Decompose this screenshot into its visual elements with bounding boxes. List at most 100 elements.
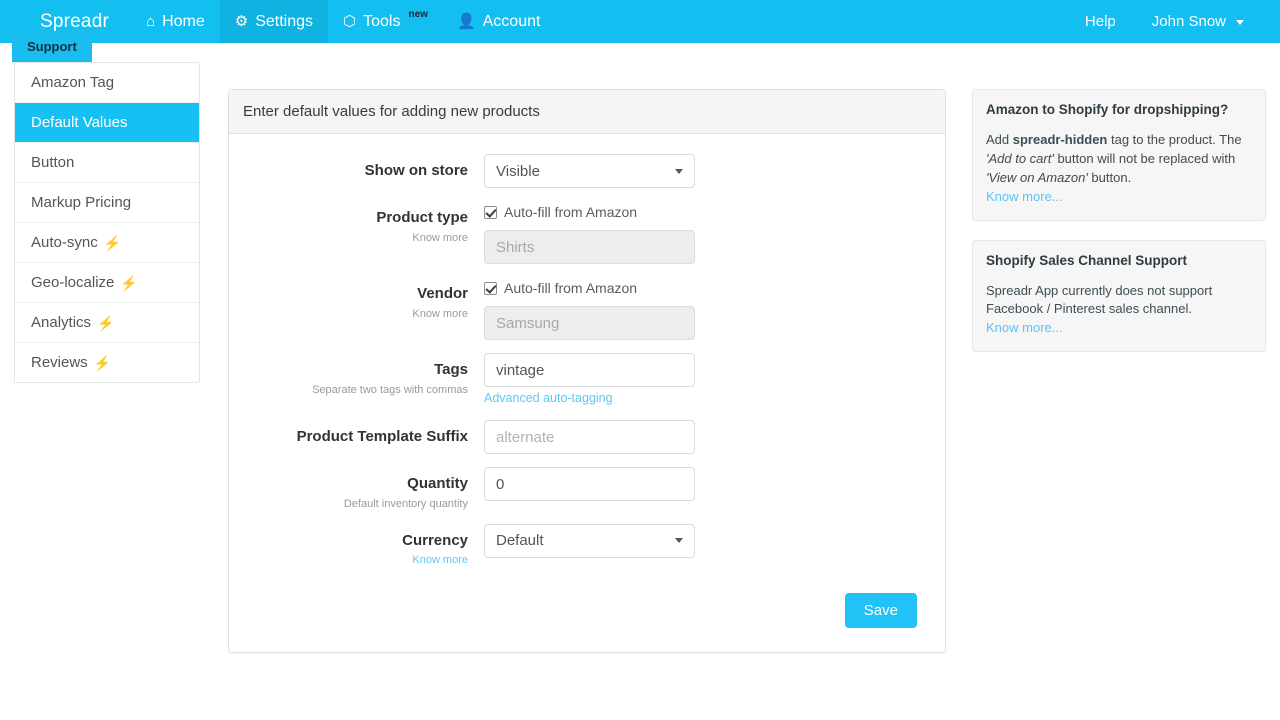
quantity-input-value: 0 — [496, 476, 504, 493]
form-row-product-type: Product type Know more Auto-fill from Am… — [243, 201, 931, 264]
sidebar-item-button[interactable]: Button — [15, 143, 199, 183]
chevron-down-icon — [675, 538, 683, 543]
show-on-store-select[interactable]: Visible — [484, 154, 695, 188]
sidebar-item-reviews[interactable]: Reviews ⚡ — [15, 343, 199, 382]
nav-right-group: Help John Snow — [1067, 0, 1280, 43]
nav-item-tools[interactable]: ⬡ Tools new — [328, 0, 442, 43]
save-button[interactable]: Save — [845, 593, 917, 628]
sidebar-item-markup-pricing[interactable]: Markup Pricing — [15, 183, 199, 223]
page-body: Amazon Tag Default Values Button Markup … — [0, 43, 1280, 62]
sidebar-item-amazon-tag[interactable]: Amazon Tag — [15, 63, 199, 103]
card-dropshipping-link[interactable]: Know more... — [986, 189, 1063, 204]
sidebar-item-label: Button — [31, 154, 74, 171]
currency-field-group: Default — [484, 524, 695, 558]
form-row-vendor: Vendor Know more Auto-fill from Amazon S… — [243, 277, 931, 340]
sidebar-item-default-values[interactable]: Default Values — [15, 103, 199, 143]
tags-field-group: vintage Advanced auto-tagging — [484, 353, 695, 407]
sidebar-item-label: Reviews — [31, 354, 88, 371]
default-values-panel: Enter default values for adding new prod… — [228, 89, 946, 653]
product-template-suffix-label-group: Product Template Suffix — [243, 420, 484, 447]
info-rail: Amazon to Shopify for dropshipping? Add … — [972, 89, 1266, 371]
home-icon: ⌂ — [146, 14, 155, 29]
checkbox-checked-icon — [484, 206, 497, 219]
vendor-field-group: Auto-fill from Amazon Samsung — [484, 277, 695, 340]
sidebar-item-label: Amazon Tag — [31, 74, 114, 91]
new-badge: new — [408, 9, 427, 20]
currency-select[interactable]: Default — [484, 524, 695, 558]
bolt-icon: ⚡ — [94, 356, 111, 370]
sidebar-item-auto-sync[interactable]: Auto-sync ⚡ — [15, 223, 199, 263]
form-row-tags: Tags Separate two tags with commas vinta… — [243, 353, 931, 407]
quantity-hint: Default inventory quantity — [243, 497, 468, 511]
product-type-autofill-checkbox[interactable]: Auto-fill from Amazon — [484, 201, 695, 223]
currency-know-more[interactable]: Know more — [243, 553, 468, 567]
nav-item-account[interactable]: 👤 Account — [442, 0, 556, 43]
bolt-icon: ⚡ — [120, 276, 137, 290]
quantity-field-group: 0 — [484, 467, 695, 501]
card-sales-channel-link[interactable]: Know more... — [986, 320, 1063, 335]
bolt-icon: ⚡ — [104, 236, 121, 250]
form-row-show-on-store: Show on store Visible — [243, 154, 931, 188]
show-on-store-label: Show on store — [243, 161, 468, 181]
product-type-label: Product type — [243, 208, 468, 228]
card-dropshipping-title: Amazon to Shopify for dropshipping? — [986, 102, 1252, 117]
card-dropshipping-text: Add spreadr-hidden tag to the product. T… — [986, 131, 1252, 188]
sidebar-item-label: Auto-sync — [31, 234, 98, 251]
checkbox-checked-icon — [484, 282, 497, 295]
default-values-form: Show on store Visible Product type Know … — [229, 134, 945, 652]
form-row-product-template-suffix: Product Template Suffix alternate — [243, 420, 931, 454]
product-type-input[interactable]: Shirts — [484, 230, 695, 264]
user-menu[interactable]: John Snow — [1134, 0, 1262, 43]
product-type-label-group: Product type Know more — [243, 201, 484, 245]
product-template-suffix-input[interactable]: alternate — [484, 420, 695, 454]
quantity-label-group: Quantity Default inventory quantity — [243, 467, 484, 511]
sidebar-item-label: Analytics — [31, 314, 91, 331]
vendor-label: Vendor — [243, 284, 468, 304]
bolt-icon: ⚡ — [97, 316, 114, 330]
form-row-quantity: Quantity Default inventory quantity 0 — [243, 467, 931, 511]
help-link[interactable]: Help — [1067, 0, 1134, 43]
product-type-field-group: Auto-fill from Amazon Shirts — [484, 201, 695, 264]
nav-item-home[interactable]: ⌂ Home — [131, 0, 220, 43]
top-navbar: Spreadr ⌂ Home ⚙ Settings ⬡ Tools new 👤 … — [0, 0, 1280, 43]
box-icon: ⬡ — [343, 14, 356, 29]
card-dropshipping: Amazon to Shopify for dropshipping? Add … — [972, 89, 1266, 221]
tags-input-value: vintage — [496, 362, 544, 379]
tags-label: Tags — [243, 360, 468, 380]
product-template-suffix-placeholder: alternate — [496, 429, 554, 446]
tags-hint: Separate two tags with commas — [243, 383, 468, 397]
show-on-store-label-group: Show on store — [243, 154, 484, 181]
tags-input[interactable]: vintage — [484, 353, 695, 387]
currency-label: Currency — [243, 531, 468, 551]
chevron-down-icon — [675, 169, 683, 174]
vendor-know-more[interactable]: Know more — [243, 307, 468, 321]
sidebar-item-label: Markup Pricing — [31, 194, 131, 211]
sidebar-item-label: Geo-localize — [31, 274, 114, 291]
sidebar-item-analytics[interactable]: Analytics ⚡ — [15, 303, 199, 343]
product-template-suffix-label: Product Template Suffix — [243, 427, 468, 447]
sidebar-item-geo-localize[interactable]: Geo-localize ⚡ — [15, 263, 199, 303]
product-type-autofill-label: Auto-fill from Amazon — [504, 204, 637, 220]
card-sales-channel-text: Spreadr App currently does not support F… — [986, 282, 1252, 320]
tags-label-group: Tags Separate two tags with commas — [243, 353, 484, 397]
vendor-input[interactable]: Samsung — [484, 306, 695, 340]
card-sales-channel-title: Shopify Sales Channel Support — [986, 253, 1252, 268]
main-nav: ⌂ Home ⚙ Settings ⬡ Tools new 👤 Account — [131, 0, 555, 43]
vendor-autofill-checkbox[interactable]: Auto-fill from Amazon — [484, 277, 695, 299]
quantity-label: Quantity — [243, 474, 468, 494]
vendor-label-group: Vendor Know more — [243, 277, 484, 321]
quantity-input[interactable]: 0 — [484, 467, 695, 501]
user-menu-label: John Snow — [1152, 13, 1226, 30]
nav-item-settings[interactable]: ⚙ Settings — [220, 0, 328, 43]
support-tab[interactable]: Support — [12, 32, 92, 62]
save-row: Save — [243, 581, 931, 628]
currency-label-group: Currency Know more — [243, 524, 484, 568]
currency-value: Default — [496, 532, 544, 549]
nav-item-home-label: Home — [162, 13, 205, 31]
product-type-know-more[interactable]: Know more — [243, 231, 468, 245]
settings-sidebar: Amazon Tag Default Values Button Markup … — [14, 62, 200, 383]
chevron-down-icon — [1236, 20, 1244, 25]
nav-item-settings-label: Settings — [255, 13, 313, 31]
show-on-store-field-group: Visible — [484, 154, 695, 188]
advanced-auto-tagging-link[interactable]: Advanced auto-tagging — [484, 391, 613, 405]
